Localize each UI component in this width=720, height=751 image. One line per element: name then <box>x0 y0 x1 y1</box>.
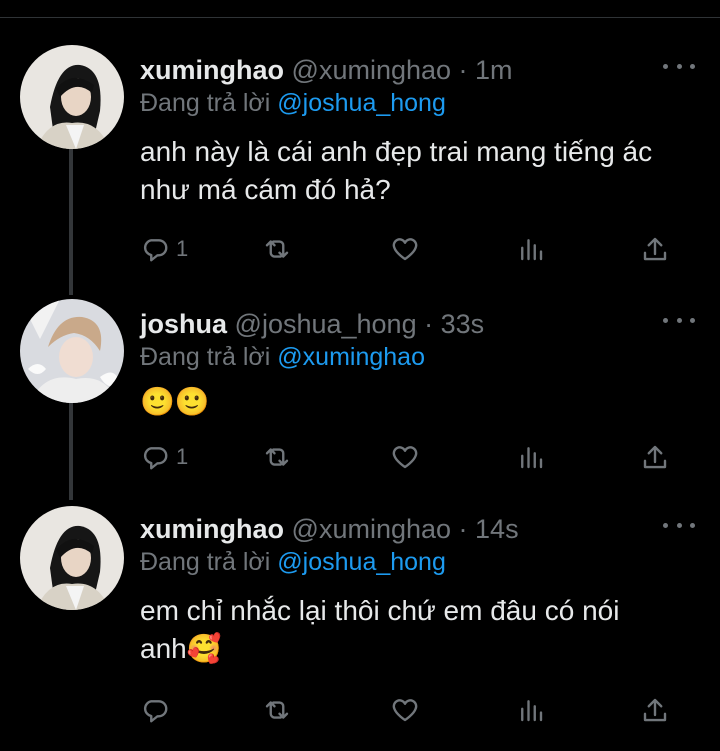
more-icon[interactable] <box>663 517 695 533</box>
share-icon <box>643 237 667 261</box>
replying-prefix: Đang trả lời <box>140 548 271 576</box>
tweet-text: anh này là cái anh đẹp trai mang tiếng á… <box>140 133 652 209</box>
mention-link[interactable]: @joshua_hong <box>277 548 446 576</box>
like-icon <box>392 238 418 261</box>
views-icon <box>521 700 543 722</box>
timestamp[interactable]: · 1m <box>459 55 513 85</box>
retweet-button[interactable] <box>262 440 292 474</box>
more-icon[interactable] <box>663 312 695 328</box>
tweet-header: xuminghao @xuminghao · 14s <box>140 514 519 545</box>
reply-button[interactable] <box>140 693 176 727</box>
reply-icon <box>143 239 168 262</box>
like-button[interactable] <box>390 232 420 266</box>
display-name[interactable]: xuminghao <box>140 514 284 544</box>
like-icon <box>392 446 418 469</box>
tweet-text-line: như má cám đó hả? <box>140 174 391 205</box>
user-handle[interactable]: @joshua_hong <box>235 309 417 339</box>
tweet-text: em chỉ nhắc lại thôi chứ em đâu có nói a… <box>140 592 619 668</box>
share-icon <box>643 698 667 722</box>
like-icon <box>392 699 418 722</box>
tweet-text-line: em chỉ nhắc lại thôi chứ em đâu có nói <box>140 595 620 626</box>
tweet-header: xuminghao @xuminghao · 1m <box>140 55 513 86</box>
display-name[interactable]: joshua <box>140 309 227 339</box>
reply-button[interactable]: 1 <box>140 232 188 266</box>
top-divider <box>0 17 720 18</box>
views-button[interactable] <box>516 693 546 727</box>
like-button[interactable] <box>390 440 420 474</box>
replying-to: Đang trả lời @joshua_hong <box>140 548 446 577</box>
action-bar: 1 <box>140 232 680 266</box>
tweet-text-line: 🙂🙂 <box>140 385 210 418</box>
retweet-button[interactable] <box>262 693 292 727</box>
views-button[interactable] <box>516 232 546 266</box>
user-handle[interactable]: @xuminghao <box>292 514 452 544</box>
avatar[interactable] <box>20 506 124 610</box>
views-button[interactable] <box>516 440 546 474</box>
avatar[interactable] <box>20 299 124 403</box>
mention-link[interactable]: @xuminghao <box>277 343 425 371</box>
tweet-text-line: anh🥰 <box>140 633 222 664</box>
retweet-button[interactable] <box>262 232 292 266</box>
views-icon <box>521 239 543 261</box>
reply-count: 1 <box>176 444 189 469</box>
avatar[interactable] <box>20 45 124 149</box>
reply-button[interactable]: 1 <box>140 440 188 474</box>
timestamp[interactable]: · 33s <box>424 309 484 339</box>
reply-count: 1 <box>176 236 189 261</box>
thread-line <box>69 130 73 295</box>
replying-prefix: Đang trả lời <box>140 343 271 371</box>
user-handle[interactable]: @xuminghao <box>292 55 452 85</box>
views-icon <box>521 447 543 469</box>
share-button[interactable] <box>640 440 670 474</box>
share-button[interactable] <box>640 232 670 266</box>
tweet-text: 🙂🙂 <box>140 383 210 421</box>
replying-to: Đang trả lời @xuminghao <box>140 343 425 372</box>
share-icon <box>643 445 667 469</box>
retweet-icon <box>265 701 289 719</box>
display-name[interactable]: xuminghao <box>140 55 284 85</box>
retweet-icon <box>265 240 289 258</box>
like-button[interactable] <box>390 693 420 727</box>
action-bar: 1 <box>140 440 680 474</box>
replying-prefix: Đang trả lời <box>140 89 271 117</box>
replying-to: Đang trả lời @joshua_hong <box>140 89 446 118</box>
action-bar <box>140 693 680 727</box>
share-button[interactable] <box>640 693 670 727</box>
tweet-text-line: anh này là cái anh đẹp trai mang tiếng á… <box>140 136 653 167</box>
reply-icon <box>143 700 168 723</box>
more-icon[interactable] <box>663 58 695 74</box>
tweet-header: joshua @joshua_hong · 33s <box>140 309 484 340</box>
mention-link[interactable]: @joshua_hong <box>277 89 446 117</box>
reply-icon <box>143 447 168 470</box>
timestamp[interactable]: · 14s <box>459 514 519 544</box>
retweet-icon <box>265 448 289 466</box>
